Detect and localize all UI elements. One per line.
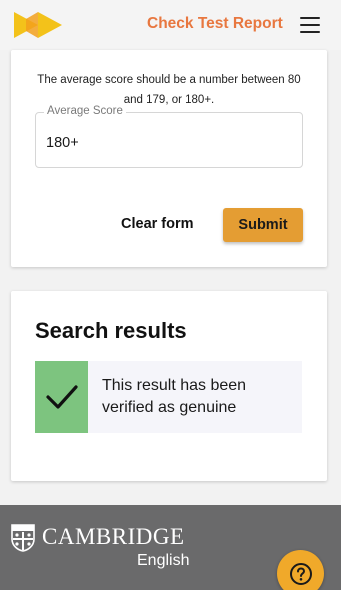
menu-line (300, 24, 320, 26)
footer-subbrand: English (137, 552, 190, 569)
score-help-text: The average score should be a number bet… (37, 74, 301, 106)
result-status-box: This result has been verified as genuine (35, 361, 302, 433)
question-icon (289, 562, 312, 585)
help-button[interactable] (277, 550, 324, 590)
average-score-input[interactable] (46, 135, 286, 151)
footer-brand: CAMBRIDGE (42, 524, 185, 549)
page-title: Check Test Report (147, 15, 283, 32)
score-form-card: The average score should be a number bet… (11, 50, 327, 267)
result-check-panel (35, 361, 88, 433)
result-message: This result has been verified as genuine (102, 377, 247, 416)
menu-line (300, 17, 320, 19)
search-results-title: Search results (35, 318, 187, 343)
average-score-field[interactable]: Average Score (35, 105, 303, 168)
search-results-card: Search results This result has been veri… (11, 291, 327, 481)
check-icon (45, 385, 78, 409)
hamburger-menu-icon[interactable] (298, 15, 322, 35)
submit-button[interactable]: Submit (223, 208, 303, 242)
cambridge-crest-icon (11, 524, 35, 552)
average-score-label: Average Score (44, 105, 126, 117)
clear-form-button[interactable]: Clear form (121, 216, 194, 232)
double-arrow-logo-icon[interactable] (14, 12, 66, 38)
top-bar: Check Test Report (0, 0, 341, 50)
menu-line (300, 31, 320, 33)
